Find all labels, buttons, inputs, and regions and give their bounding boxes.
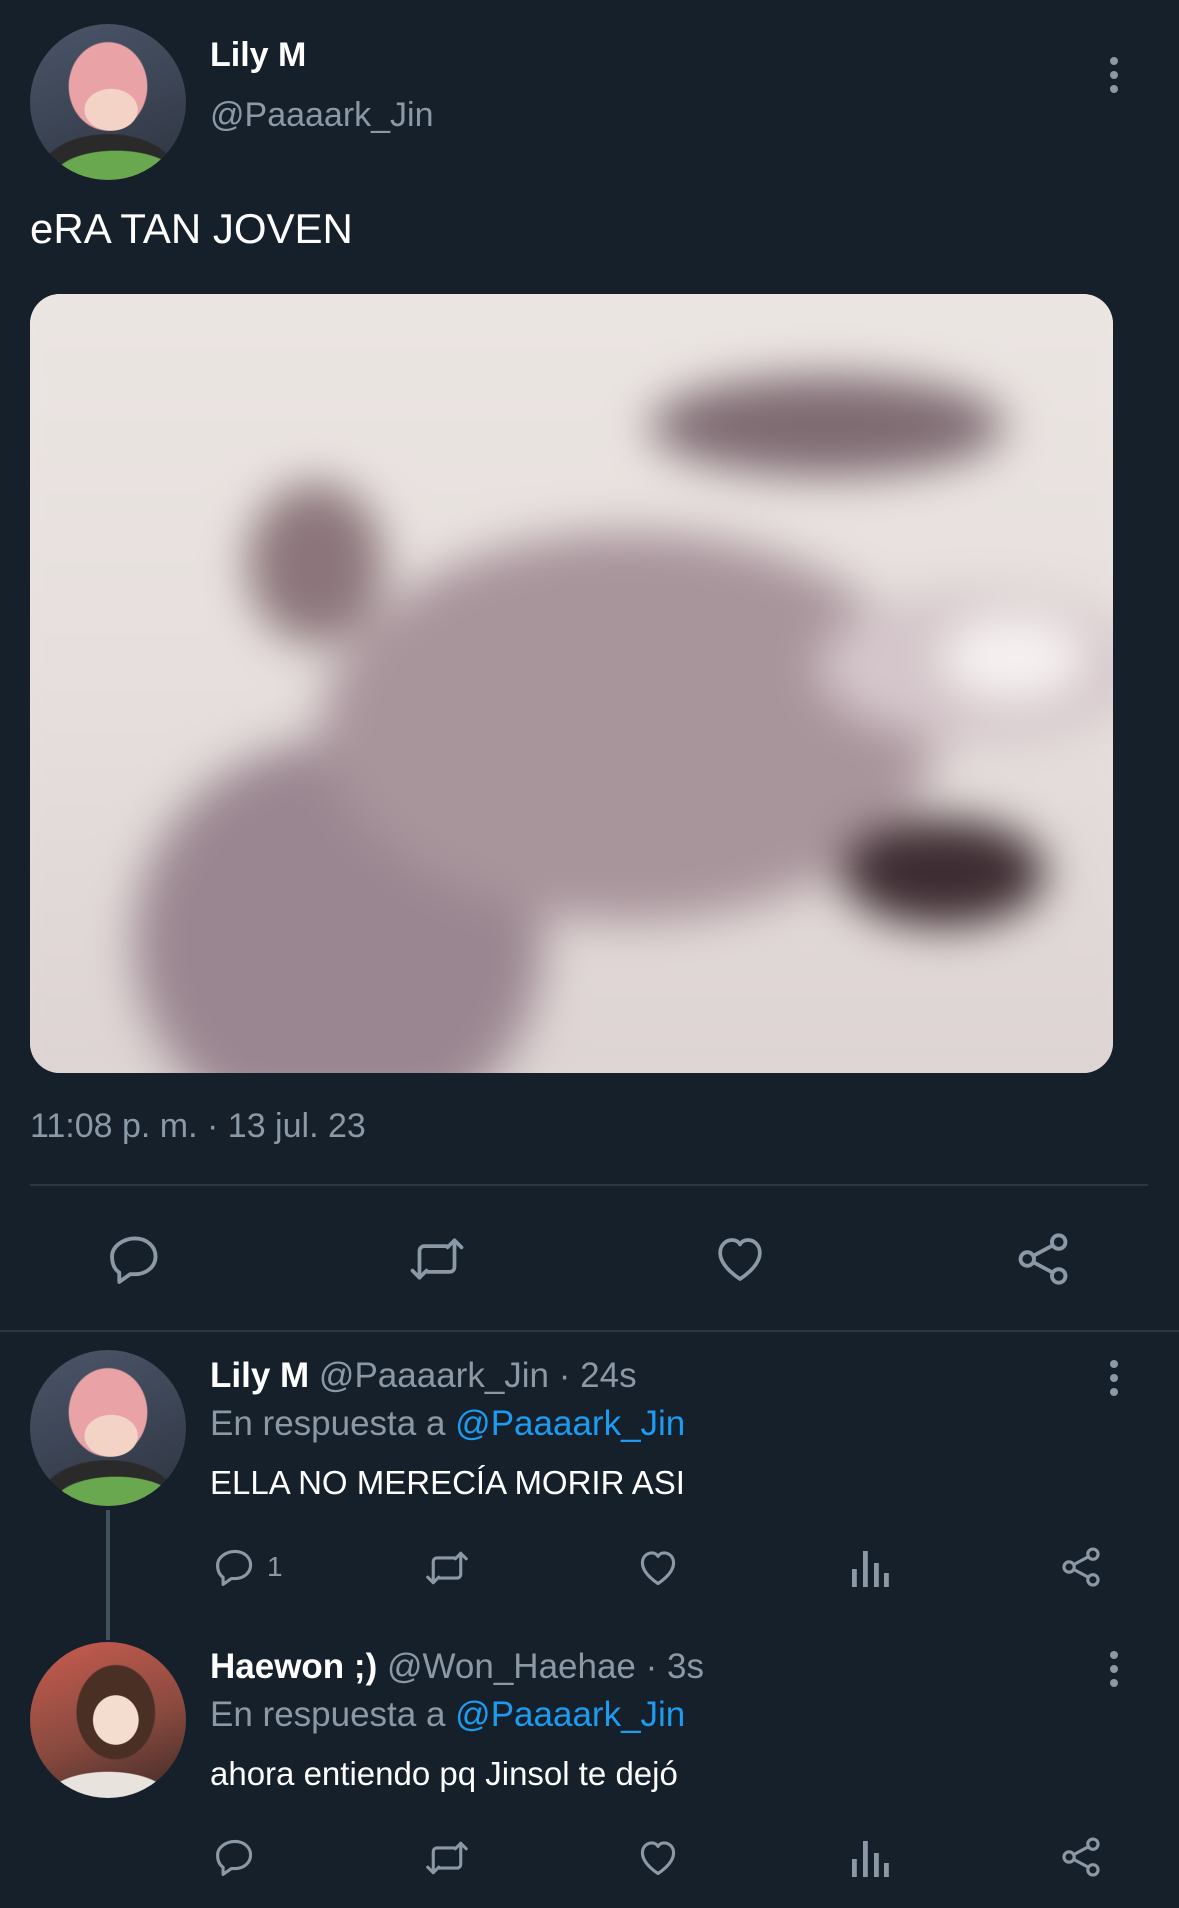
mention-link[interactable]: @Paaaark_Jin [455, 1404, 685, 1443]
tweet-timestamp: 11:08 p. m. · 13 jul. 23 [30, 1107, 366, 1145]
share-icon [1062, 1837, 1100, 1877]
reply-button[interactable] [213, 1835, 267, 1879]
retweet-button[interactable] [421, 1836, 473, 1880]
share-button[interactable] [1014, 1230, 1072, 1288]
reply-to-line: En respuesta a @Paaaark_Jin [210, 1695, 685, 1735]
reply-header: Lily M @Paaaark_Jin · 24s [210, 1356, 637, 1396]
share-button[interactable] [1059, 1545, 1103, 1589]
like-icon [640, 1551, 676, 1586]
reply-text: ahora entiendo pq Jinsol te dejó [210, 1755, 678, 1792]
reply-button[interactable] [105, 1230, 165, 1288]
reply-time: · 3s [645, 1647, 704, 1686]
retweet-icon [410, 1238, 464, 1280]
views-icon [852, 1841, 889, 1877]
tweet-image[interactable] [30, 294, 1113, 1073]
share-button[interactable] [1059, 1835, 1103, 1879]
author-name[interactable]: Lily M [210, 36, 306, 75]
views-icon [852, 1551, 889, 1587]
reply-text: ELLA NO MERECÍA MORIR ASI [210, 1464, 685, 1501]
more-options-icon[interactable] [1109, 1651, 1119, 1693]
reply-prefix: En respuesta a [210, 1404, 446, 1443]
reply-icon [110, 1236, 158, 1284]
retweet-icon [426, 1551, 468, 1585]
author-handle[interactable]: @Paaaark_Jin [210, 96, 434, 135]
reply-to-line: En respuesta a @Paaaark_Jin [210, 1404, 685, 1444]
mention-link[interactable]: @Paaaark_Jin [455, 1695, 685, 1734]
thread-line [106, 1510, 110, 1640]
share-icon [1018, 1233, 1068, 1285]
more-options-icon[interactable] [1109, 1360, 1119, 1402]
like-icon [718, 1238, 762, 1281]
divider [30, 1184, 1148, 1186]
divider [0, 1330, 1179, 1332]
more-options-icon[interactable] [1109, 57, 1119, 99]
avatar[interactable] [30, 1642, 186, 1798]
author-handle[interactable]: @Paaaark_Jin [319, 1356, 549, 1395]
author-name[interactable]: Haewon ;) [210, 1647, 377, 1686]
tweet-text: eRA TAN JOVEN [30, 205, 353, 252]
retweet-icon [426, 1841, 468, 1875]
author-handle[interactable]: @Won_Haehae [387, 1647, 636, 1686]
reply-prefix: En respuesta a [210, 1695, 446, 1734]
reply-time: · 24s [558, 1356, 637, 1395]
reply-button[interactable]: 1 [213, 1545, 283, 1589]
reply-icon [216, 1839, 253, 1876]
like-button[interactable] [636, 1835, 680, 1879]
avatar[interactable] [30, 24, 186, 180]
share-icon [1062, 1547, 1100, 1587]
views-button[interactable] [850, 1835, 890, 1879]
like-button[interactable] [636, 1545, 680, 1589]
retweet-button[interactable] [404, 1231, 470, 1287]
like-button[interactable] [710, 1230, 770, 1286]
reply-icon [216, 1549, 253, 1586]
author-name[interactable]: Lily M [210, 1356, 309, 1395]
avatar[interactable] [30, 1350, 186, 1506]
reply-count: 1 [267, 1551, 283, 1582]
like-icon [640, 1841, 676, 1876]
retweet-button[interactable] [421, 1546, 473, 1590]
views-button[interactable] [850, 1545, 890, 1589]
reply-header: Haewon ;) @Won_Haehae · 3s [210, 1647, 704, 1687]
